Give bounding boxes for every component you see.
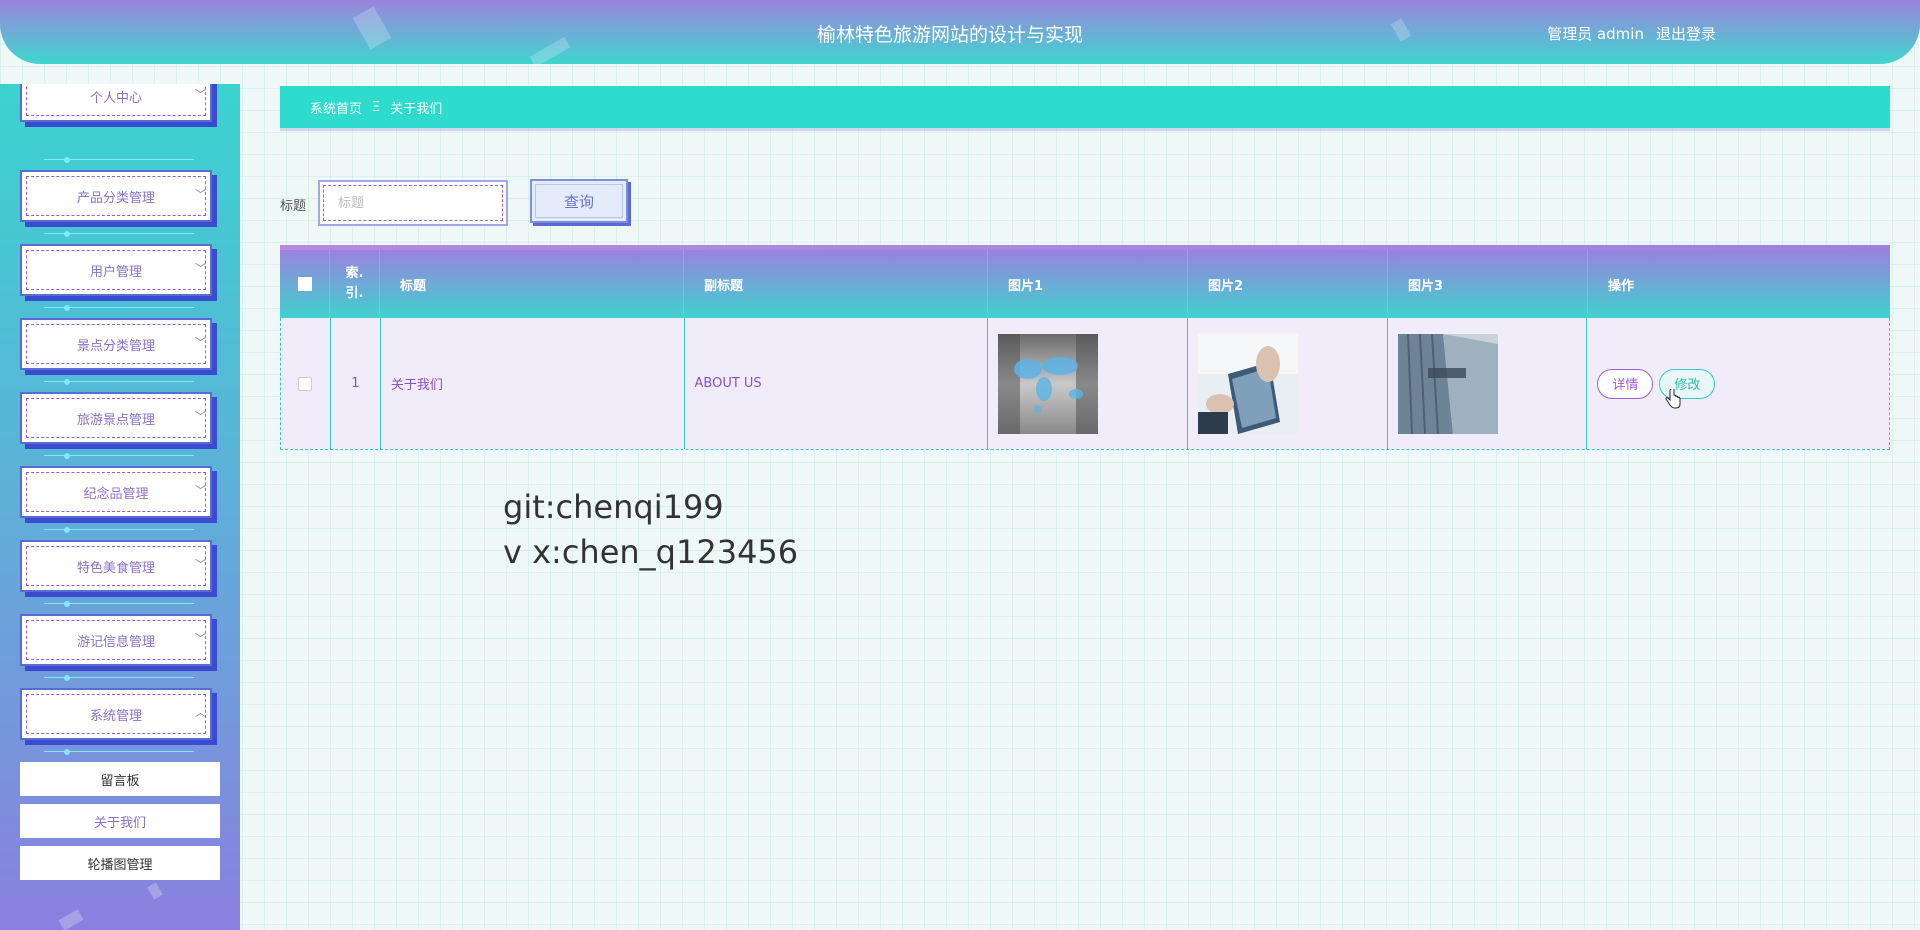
- header-image2: 图片2: [1188, 250, 1388, 318]
- watermark-text: git:chenqi199 v x:chen_q123456: [503, 485, 798, 575]
- chevron-down-icon: ﹀: [195, 88, 206, 101]
- search-button-label: 查询: [563, 192, 594, 211]
- watermark-line1: git:chenqi199: [503, 488, 724, 526]
- row-image1-cell: [988, 318, 1188, 449]
- sidebar-menu-scenic-spots[interactable]: 旅游景点管理 ﹀: [20, 392, 218, 459]
- sidebar-subitem-message-board[interactable]: 留言板: [20, 762, 220, 796]
- sidebar-menu-travel-notes[interactable]: 游记信息管理 ﹀: [20, 614, 218, 681]
- header-checkbox-cell: [280, 250, 330, 318]
- row-title: 关于我们: [381, 318, 685, 449]
- chevron-down-icon: ﹀: [195, 632, 206, 645]
- row-checkbox[interactable]: [298, 376, 313, 391]
- menu-label: 景点分类管理: [76, 338, 155, 354]
- row-image3-cell: [1388, 318, 1588, 449]
- row-actions: 详情 修改: [1587, 318, 1889, 449]
- menu-label: 系统管理: [89, 708, 142, 724]
- search-button[interactable]: 查询: [530, 179, 628, 223]
- chevron-down-icon: ﹀: [195, 558, 206, 571]
- row-subtitle: ABOUT US: [685, 318, 989, 449]
- hand-cursor-icon: [1665, 389, 1681, 409]
- top-header: 榆林特色旅游网站的设计与实现 管理员 admin 退出登录: [0, 0, 1920, 64]
- header-image3: 图片3: [1388, 250, 1588, 318]
- detail-button[interactable]: 详情: [1597, 368, 1654, 399]
- sidebar-menu-user-management[interactable]: 用户管理 ﹀: [20, 244, 218, 311]
- sidebar-subitem-about-us[interactable]: 关于我们: [20, 804, 220, 838]
- row-checkbox-cell: [281, 318, 331, 449]
- header-index: 索. 引.: [330, 250, 380, 318]
- sidebar-decoration: [147, 882, 163, 900]
- row-index: 1: [331, 318, 381, 449]
- select-all-checkbox[interactable]: [297, 277, 312, 291]
- chevron-down-icon: ﹀: [195, 410, 206, 423]
- breadcrumb-home[interactable]: 系统首页: [310, 98, 362, 117]
- sidebar-subitem-carousel[interactable]: 轮播图管理: [20, 846, 220, 880]
- header-image1: 图片1: [988, 250, 1188, 318]
- sidebar-menu-product-category[interactable]: 产品分类管理 ﹀: [20, 170, 218, 237]
- header-title: 标题: [380, 250, 684, 318]
- logout-link[interactable]: 退出登录: [1656, 23, 1716, 44]
- row-image2-cell: [1188, 318, 1388, 449]
- header-actions: 操作: [1608, 278, 1635, 294]
- header-index-line1: 索.: [345, 266, 364, 281]
- breadcrumb-current: 关于我们: [390, 101, 443, 117]
- building-thumbnail[interactable]: [1397, 333, 1498, 434]
- search-title-label: 标题: [280, 199, 307, 214]
- admin-user-label: 管理员 admin: [1547, 25, 1644, 43]
- table-header: 索. 引. 标题 副标题 图片1 图片2 图片3 操作: [280, 250, 1890, 318]
- sidebar: 个人中心 ﹀ 产品分类管理 ﹀ 用户管理 ﹀ 景点分类管理 ﹀ 旅游景点管理 ﹀…: [0, 84, 240, 930]
- menu-label: 个人中心: [89, 90, 142, 106]
- sidebar-menu-personal-center[interactable]: 个人中心 ﹀: [20, 84, 218, 163]
- tablet-hands-thumbnail[interactable]: [1197, 333, 1298, 434]
- chevron-down-icon: ﹀: [195, 336, 206, 349]
- breadcrumb-separator: Ξ: [372, 99, 381, 115]
- sidebar-menu-system-management[interactable]: 系统管理 ︿: [20, 688, 218, 755]
- world-map-thumbnail[interactable]: [998, 333, 1099, 434]
- sidebar-decoration: [58, 909, 84, 930]
- search-title-input[interactable]: [323, 185, 503, 221]
- menu-label: 产品分类管理: [76, 190, 155, 206]
- menu-label: 游记信息管理: [76, 634, 155, 650]
- header-subtitle: 副标题: [684, 250, 988, 318]
- chevron-down-icon: ﹀: [195, 262, 206, 275]
- menu-label: 用户管理: [89, 264, 142, 280]
- breadcrumb: 系统首页 Ξ 关于我们: [280, 86, 1890, 128]
- sidebar-menu-scenic-category[interactable]: 景点分类管理 ﹀: [20, 318, 218, 385]
- chevron-down-icon: ﹀: [195, 484, 206, 497]
- about-us-table: 索. 引. 标题 副标题 图片1 图片2 图片3 操作 1 关于我们 ABOUT…: [280, 245, 1890, 450]
- menu-label: 纪念品管理: [83, 486, 149, 502]
- search-input-frame: [318, 180, 508, 226]
- menu-label: 旅游景点管理: [76, 412, 155, 428]
- header-index-line2: 引.: [345, 286, 364, 301]
- chevron-down-icon: ﹀: [195, 188, 206, 201]
- table-row: 1 关于我们 ABOUT US 详情 修改: [280, 318, 1890, 450]
- menu-label: 特色美食管理: [76, 560, 155, 576]
- sidebar-menu-souvenirs[interactable]: 纪念品管理 ﹀: [20, 466, 218, 533]
- sidebar-menu-local-food[interactable]: 特色美食管理 ﹀: [20, 540, 218, 607]
- watermark-line2: v x:chen_q123456: [503, 533, 799, 571]
- chevron-up-icon: ︿: [195, 706, 206, 719]
